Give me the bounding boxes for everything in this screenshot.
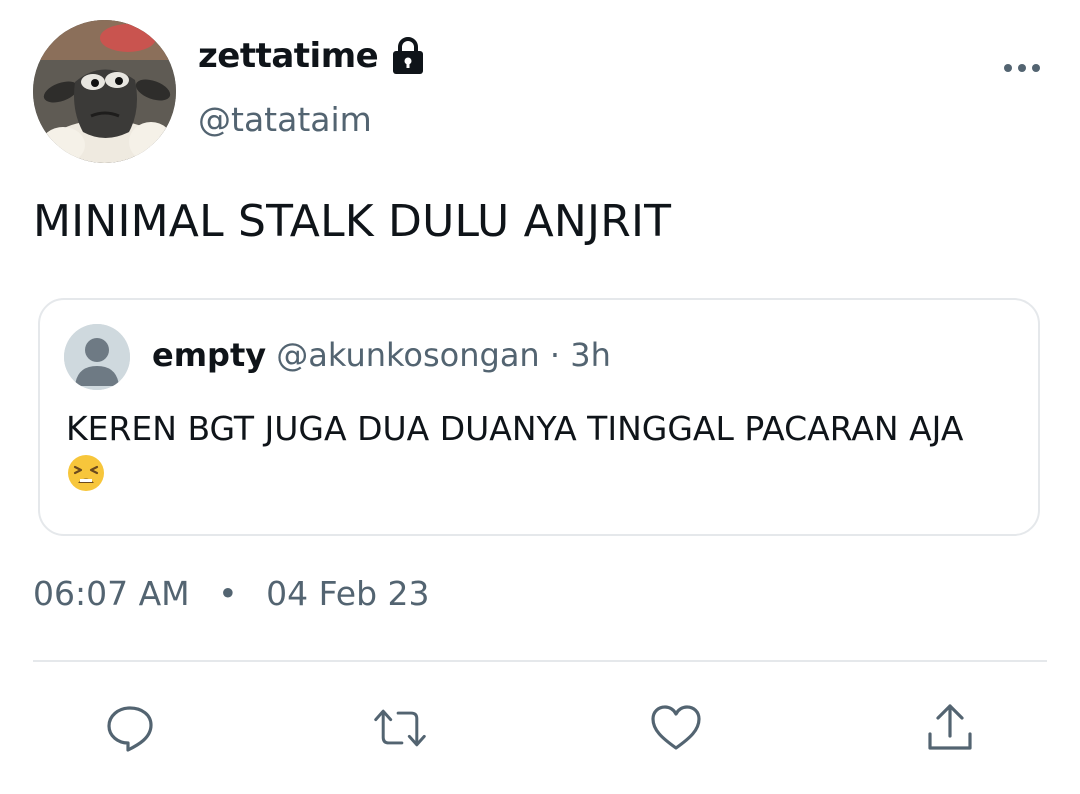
divider [33,660,1047,662]
avatar[interactable] [33,20,176,163]
share-icon [928,704,972,750]
meta-separator: • [218,574,238,613]
tweet-text: MINIMAL STALK DULU ANJRIT [33,196,672,247]
tweet-time[interactable]: 06:07 AM [33,574,190,613]
quoted-tweet[interactable]: empty @akunkosongan · 3h KEREN BGT JUGA … [38,298,1040,536]
quoted-display-name: empty [152,336,267,374]
quoted-text-block: KEREN BGT JUGA DUA DUANYA TINGGAL PACARA… [66,408,1016,493]
like-button[interactable] [648,700,704,756]
default-user-icon [64,324,130,390]
share-button[interactable] [922,700,978,756]
reply-button[interactable] [102,700,158,756]
like-icon [651,705,701,750]
author-display-name[interactable]: zettatime [198,36,379,76]
more-options-icon[interactable] [1002,58,1042,78]
reply-icon [107,706,153,752]
quoted-separator: · [549,336,561,374]
quoted-header: empty @akunkosongan · 3h [152,336,611,374]
sheep-avatar-icon [33,20,176,163]
tired-face-emoji-icon [68,454,104,491]
quoted-handle: @akunkosongan [276,336,540,374]
author-handle[interactable]: @tatataim [198,100,372,139]
retweet-button[interactable] [372,700,428,756]
quoted-age: 3h [570,336,611,374]
quoted-text: KEREN BGT JUGA DUA DUANYA TINGGAL PACARA… [66,409,964,448]
tweet-date[interactable]: 04 Feb 23 [266,574,429,613]
quoted-avatar[interactable] [64,324,130,390]
lock-icon [393,37,424,74]
author-name-row: zettatime [198,36,426,76]
tweet-meta: 06:07 AM • 04 Feb 23 [33,574,430,613]
retweet-icon [374,709,426,747]
